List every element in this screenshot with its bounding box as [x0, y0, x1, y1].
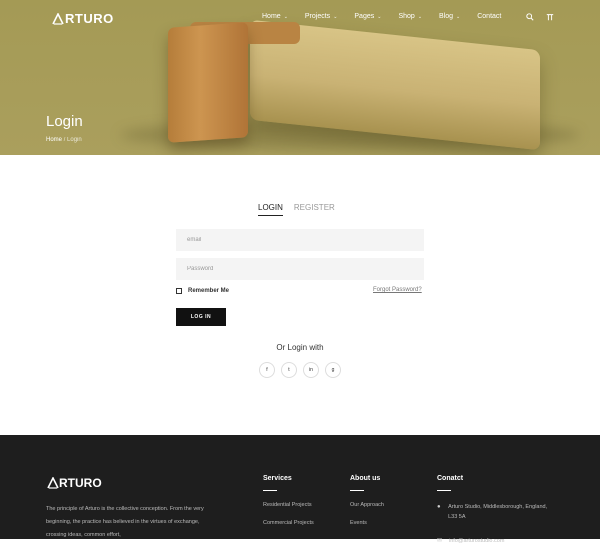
remember-checkbox[interactable]: [176, 288, 182, 294]
breadcrumb-separator: /: [63, 137, 66, 143]
footer-services: Services Residential Projects Commercial…: [263, 475, 314, 538]
search-icon[interactable]: [526, 13, 534, 21]
contact-email[interactable]: ✉ info@arturostudio.com: [437, 536, 557, 546]
footer-link[interactable]: Residential Projects: [263, 502, 314, 508]
footer-logo[interactable]: RTURO: [47, 476, 102, 490]
nav-blog[interactable]: Blog ⌄: [439, 13, 460, 20]
remember-label: Remember Me: [188, 288, 230, 294]
footer-services-title: Services: [263, 475, 292, 482]
breadcrumb-current: Login: [67, 137, 82, 143]
tab-login[interactable]: LOGIN: [258, 203, 283, 216]
breadcrumb-home[interactable]: Home: [46, 137, 62, 143]
nav-projects[interactable]: Projects ⌄: [305, 13, 338, 20]
nav-pages-label: Pages: [354, 13, 375, 20]
map-pin-icon: ●: [437, 504, 441, 510]
footer-about-title: About us: [350, 475, 381, 482]
linkedin-icon[interactable]: in: [303, 362, 319, 378]
footer-about-text: The principle of Arturo is the collectiv…: [46, 506, 204, 538]
footer-link[interactable]: Commercial Projects: [263, 520, 314, 526]
logo-a-icon: [47, 477, 59, 489]
nav-contact-label: Contact: [477, 13, 502, 20]
chevron-down-icon: ⌄: [417, 13, 423, 20]
page-title: Login: [46, 113, 83, 130]
social-login-buttons: f t in g: [259, 362, 341, 378]
email-field[interactable]: [176, 229, 424, 251]
or-login-with: Or Login with: [276, 343, 324, 352]
password-field[interactable]: [176, 258, 424, 280]
auth-tabs: LOGIN REGISTER: [258, 203, 335, 216]
nav-home[interactable]: Home ⌄: [262, 13, 288, 20]
hero-banner: RTURO Home ⌄ Projects ⌄ Pages ⌄ Shop ⌄ Blog ⌄…: [0, 0, 600, 155]
login-section: LOGIN REGISTER Remember Me Forgot Passwo…: [0, 155, 600, 435]
nav-contact[interactable]: Contact: [477, 13, 501, 20]
mail-icon: ✉: [437, 538, 443, 544]
footer-link[interactable]: Events: [350, 520, 384, 526]
footer-link[interactable]: Our Approach: [350, 502, 384, 508]
main-nav: Home ⌄ Projects ⌄ Pages ⌄ Shop ⌄ Blog ⌄ Conta…: [262, 13, 518, 20]
google-icon[interactable]: g: [325, 362, 341, 378]
nav-projects-label: Projects: [304, 13, 331, 20]
cart-icon[interactable]: [546, 13, 554, 21]
logo-text: RTURO: [65, 11, 114, 26]
contact-address-text: Arturo Studio, Middlesborough, England, …: [448, 504, 548, 520]
footer-logo-text: RTURO: [59, 476, 102, 490]
chevron-down-icon: ⌄: [456, 13, 461, 20]
divider: [437, 490, 451, 491]
contact-email-text: info@arturostudio.com: [449, 538, 505, 544]
footer-about: About us Our Approach Events: [350, 475, 384, 538]
site-logo[interactable]: RTURO: [52, 11, 114, 26]
nav-icons: [526, 13, 554, 21]
breadcrumb: Home / Login: [46, 137, 82, 143]
logo-a-icon: [52, 12, 64, 25]
forgot-password-link[interactable]: Forgot Password?: [373, 287, 422, 293]
tab-register[interactable]: REGISTER: [294, 203, 335, 216]
divider: [263, 490, 277, 491]
remember-me[interactable]: Remember Me: [176, 288, 229, 294]
facebook-icon[interactable]: f: [259, 362, 275, 378]
nav-pages[interactable]: Pages ⌄: [354, 13, 381, 20]
contact-address: ● Arturo Studio, Middlesborough, England…: [437, 502, 557, 522]
footer-contact: Conatct ● Arturo Studio, Middlesborough,…: [437, 475, 557, 560]
footer-contact-title: Conatct: [437, 475, 464, 482]
twitter-icon[interactable]: t: [281, 362, 297, 378]
login-button[interactable]: LOG IN: [176, 308, 226, 326]
divider: [350, 490, 364, 491]
chevron-down-icon: ⌄: [377, 13, 382, 20]
nav-shop[interactable]: Shop ⌄: [398, 13, 422, 20]
nav-shop-label: Shop: [398, 13, 415, 20]
chevron-down-icon: ⌄: [333, 13, 338, 20]
site-footer: RTURO The principle of Arturo is the col…: [0, 435, 600, 544]
hero-wood-image: [168, 22, 248, 143]
nav-home-label: Home: [262, 13, 281, 20]
nav-blog-label: Blog: [439, 13, 454, 20]
chevron-down-icon: ⌄: [283, 13, 288, 20]
